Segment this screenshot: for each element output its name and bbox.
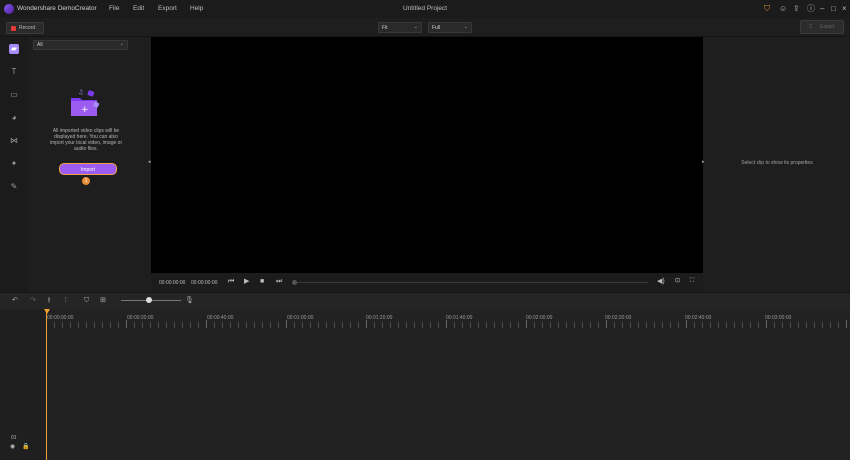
export-button[interactable]: ⇪ Export — [800, 20, 844, 34]
timeline[interactable] — [0, 309, 850, 460]
step-badge: 1 — [82, 177, 90, 185]
microphone-icon[interactable]: 🎙 — [185, 296, 194, 305]
chevron-down-icon: ⌄ — [413, 24, 418, 30]
stop-icon[interactable]: ■ — [260, 277, 264, 286]
menu-edit[interactable]: Edit — [133, 5, 144, 12]
volume-icon[interactable]: ◀) — [657, 277, 665, 286]
lock-icon[interactable]: 🔒 — [22, 443, 29, 450]
progress-track[interactable] — [293, 282, 648, 283]
svg-text:+: + — [81, 105, 89, 115]
marker-icon[interactable]: ⛉ — [84, 296, 89, 305]
collapse-left-icon[interactable]: ◂ — [148, 159, 151, 165]
toolbar — [0, 18, 850, 37]
quality-select[interactable]: Full ⌄ — [428, 22, 472, 33]
quality-value: Full — [432, 24, 441, 31]
undo-icon[interactable]: ↶ — [12, 296, 18, 305]
minimize-icon[interactable]: – — [820, 4, 824, 13]
ruler-major-ticks — [46, 320, 850, 328]
current-time: 00:00:00:00 — [159, 280, 186, 286]
upload-icon[interactable]: ⇪ — [793, 4, 800, 13]
project-title: Untitled Project — [403, 5, 448, 12]
person-icon[interactable]: ☺ — [779, 4, 787, 13]
menu-help[interactable]: Help — [190, 5, 203, 12]
fullscreen-icon[interactable]: ⛶ — [690, 277, 694, 286]
export-icon: ⇪ — [808, 24, 814, 30]
fit-select[interactable]: Fit ⌄ — [378, 22, 422, 33]
import-button[interactable]: Import — [59, 163, 117, 175]
pin-icon[interactable]: ✎ — [9, 182, 19, 192]
svg-text:♫: ♫ — [78, 89, 83, 96]
crop-icon[interactable]: ⊞ — [100, 296, 106, 305]
export-label: Export — [820, 24, 835, 30]
preview-canvas[interactable] — [151, 37, 703, 273]
record-label: Record — [19, 25, 36, 31]
track-number: 01 — [11, 435, 17, 441]
sticker-icon[interactable]: ◕ — [9, 113, 19, 123]
record-button[interactable]: Record — [6, 22, 44, 34]
playhead[interactable] — [46, 311, 47, 460]
media-filter-value: All — [37, 42, 43, 48]
play-icon[interactable]: ▶ — [244, 277, 249, 286]
maximize-icon[interactable]: □ — [831, 4, 836, 13]
track-header — [0, 309, 45, 460]
info-icon[interactable]: ⓘ — [807, 4, 815, 13]
timeline-toolbar — [0, 292, 850, 310]
cart-icon[interactable]: ⛉ — [764, 4, 770, 13]
text-icon[interactable]: T — [9, 67, 19, 77]
effect-icon[interactable]: ✦ — [9, 159, 19, 169]
next-frame-icon[interactable]: ⏭ — [276, 277, 282, 286]
total-time: 00:00:00:00 — [191, 280, 218, 286]
record-icon — [11, 25, 16, 31]
screenshot-icon[interactable]: ⊡ — [675, 277, 680, 286]
media-empty-text: All imported video clips will be display… — [49, 128, 123, 152]
properties-hint: Select clip to show its properties — [741, 160, 813, 166]
menu-export[interactable]: Export — [158, 5, 177, 12]
transition-icon[interactable]: ⋈ — [9, 136, 19, 146]
app-title: Wondershare DemoCreator — [17, 5, 97, 12]
fit-value: Fit — [382, 24, 388, 31]
playhead-handle[interactable] — [44, 309, 50, 314]
split-icon[interactable]: ⫲ — [48, 296, 50, 305]
empty-folder-icon: ♫ + — [71, 89, 100, 116]
freeze-icon[interactable]: ⦙ — [65, 296, 67, 305]
media-filter-select[interactable]: All ⌄ — [33, 40, 128, 50]
caption-icon[interactable]: ▭ — [9, 90, 19, 100]
app-logo-icon — [4, 4, 14, 14]
chevron-down-icon: ⌄ — [119, 41, 124, 47]
media-icon[interactable]: ▰ — [9, 44, 19, 54]
progress-knob[interactable] — [292, 280, 297, 285]
eye-icon[interactable]: ◉ — [10, 443, 15, 450]
chevron-down-icon: ⌄ — [463, 24, 468, 30]
menu-file[interactable]: File — [109, 5, 119, 12]
redo-icon[interactable]: ↷ — [30, 296, 36, 305]
close-icon[interactable]: × — [842, 4, 847, 13]
prev-frame-icon[interactable]: ⏮ — [228, 277, 234, 286]
